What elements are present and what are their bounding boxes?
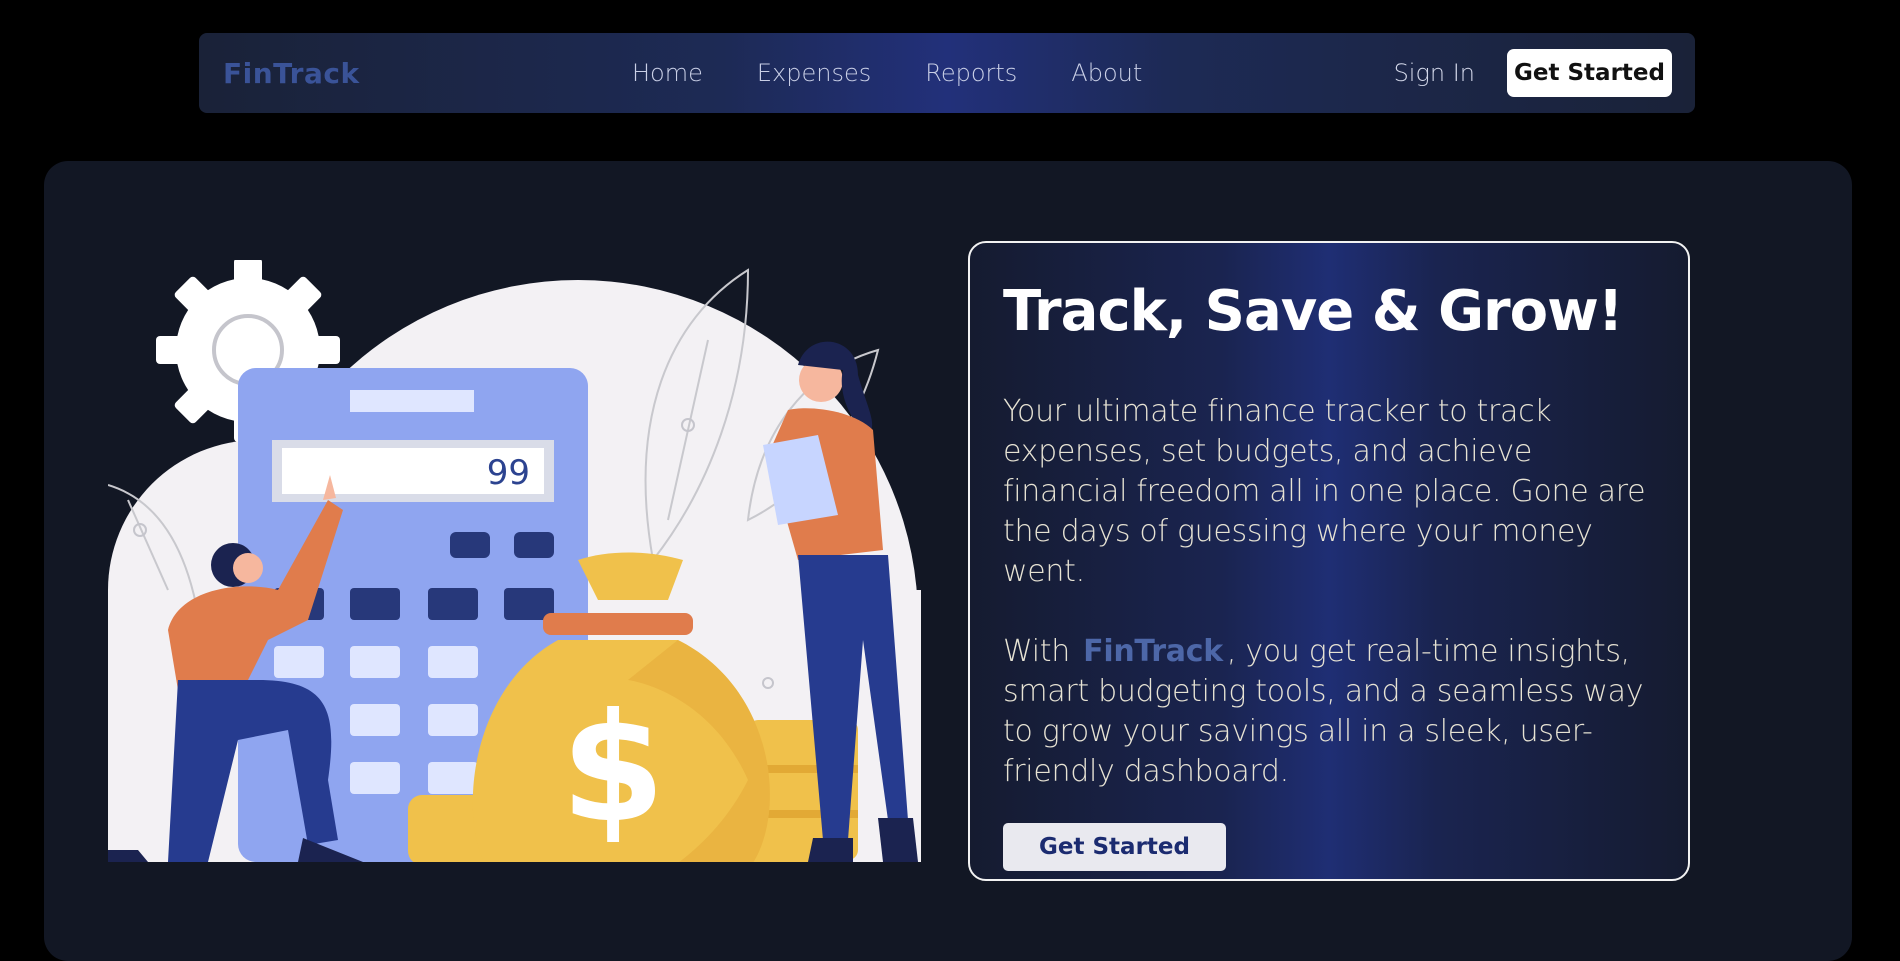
inline-brand-name: FinTrack bbox=[1083, 634, 1223, 669]
hero-description-2: With FinTrack, you get real-time insight… bbox=[1003, 632, 1655, 792]
nav-link-about[interactable]: About bbox=[1071, 59, 1142, 87]
hero-description: Your ultimate finance tracker to track e… bbox=[1003, 394, 1646, 589]
dollar-icon: $ bbox=[561, 682, 665, 856]
brand-logo[interactable]: FinTrack bbox=[223, 57, 543, 90]
nav-actions: Sign In Get Started bbox=[1394, 49, 1672, 97]
finance-illustration: 99 $ bbox=[108, 260, 921, 862]
top-navbar: FinTrack Home Expenses Reports About Sig… bbox=[199, 33, 1695, 113]
calculator-display: 99 bbox=[487, 453, 530, 493]
nav-links: Home Expenses Reports About bbox=[632, 59, 1142, 87]
nav-link-reports[interactable]: Reports bbox=[925, 59, 1017, 87]
hero-card: Track, Save & Grow! Your ultimate financ… bbox=[968, 241, 1690, 881]
hero-title: Track, Save & Grow! bbox=[1003, 279, 1623, 344]
sign-in-link[interactable]: Sign In bbox=[1394, 59, 1475, 87]
hero-description-2-prefix: With bbox=[1003, 634, 1070, 669]
nav-get-started-button[interactable]: Get Started bbox=[1507, 49, 1672, 97]
nav-link-home[interactable]: Home bbox=[632, 59, 703, 87]
hero-get-started-button[interactable]: Get Started bbox=[1003, 823, 1226, 871]
nav-link-expenses[interactable]: Expenses bbox=[757, 59, 871, 87]
